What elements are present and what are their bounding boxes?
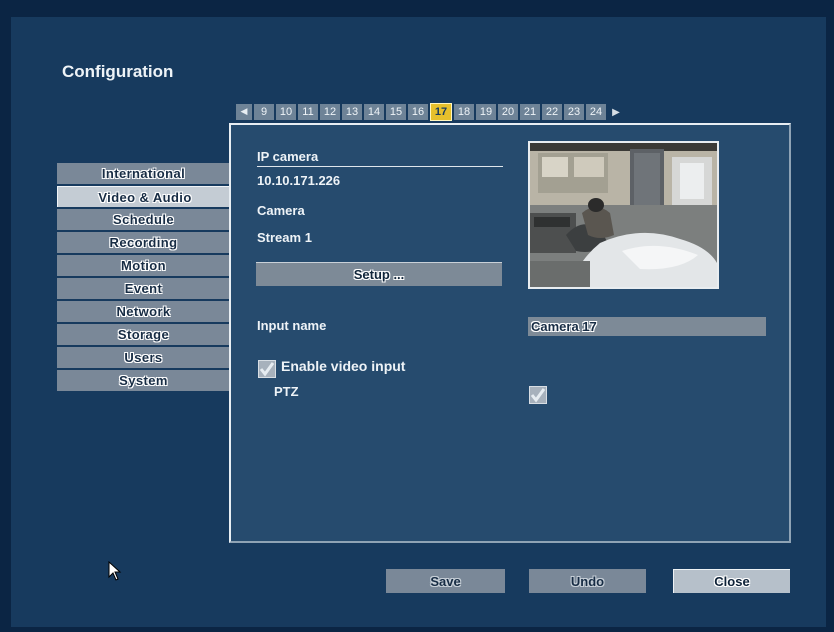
screen: Configuration ◀ 9 10 11 12 13 14 15 16 1… bbox=[0, 0, 834, 632]
sidebar-menu: International Video & Audio Schedule Rec… bbox=[57, 163, 232, 391]
sidebar-item-schedule[interactable]: Schedule bbox=[57, 209, 230, 230]
input-name-field[interactable] bbox=[528, 317, 766, 336]
save-button[interactable]: Save bbox=[386, 569, 505, 593]
channel-tab-22[interactable]: 22 bbox=[542, 104, 562, 120]
channel-tab-13[interactable]: 13 bbox=[342, 104, 362, 120]
channel-tab-19[interactable]: 19 bbox=[476, 104, 496, 120]
close-button[interactable]: Close bbox=[673, 569, 790, 593]
enable-video-checkbox[interactable] bbox=[258, 360, 276, 378]
channel-tab-23[interactable]: 23 bbox=[564, 104, 584, 120]
sidebar-item-users[interactable]: Users bbox=[57, 347, 230, 368]
sidebar-item-event[interactable]: Event bbox=[57, 278, 230, 299]
checkmark-icon bbox=[530, 388, 546, 403]
ptz-checkbox[interactable] bbox=[529, 386, 547, 404]
channel-tab-12[interactable]: 12 bbox=[320, 104, 340, 120]
channel-tab-18[interactable]: 18 bbox=[454, 104, 474, 120]
sidebar-item-system[interactable]: System bbox=[57, 370, 230, 391]
section-divider bbox=[257, 166, 503, 167]
channel-prev-button[interactable]: ◀ bbox=[236, 104, 252, 120]
channel-next-button[interactable]: ▶ bbox=[608, 104, 624, 120]
camera-stream: Stream 1 bbox=[257, 230, 312, 245]
channel-tab-16[interactable]: 16 bbox=[408, 104, 428, 120]
sidebar-item-international[interactable]: International bbox=[57, 163, 230, 184]
camera-ip-address: 10.10.171.226 bbox=[257, 173, 341, 188]
triangle-right-icon: ▶ bbox=[612, 106, 620, 118]
mouse-pointer-icon bbox=[108, 560, 122, 585]
channel-tab-15[interactable]: 15 bbox=[386, 104, 406, 120]
undo-button[interactable]: Undo bbox=[529, 569, 646, 593]
ptz-label: PTZ bbox=[274, 384, 299, 399]
setup-button[interactable]: Setup ... bbox=[256, 262, 502, 286]
channel-tab-14[interactable]: 14 bbox=[364, 104, 384, 120]
channel-tab-21[interactable]: 21 bbox=[520, 104, 540, 120]
triangle-left-icon: ◀ bbox=[240, 107, 248, 117]
channel-tab-24[interactable]: 24 bbox=[586, 104, 606, 120]
camera-type: Camera bbox=[257, 203, 305, 218]
channel-tab-11[interactable]: 11 bbox=[298, 104, 318, 120]
sidebar-item-network[interactable]: Network bbox=[57, 301, 230, 322]
sidebar-item-video-audio[interactable]: Video & Audio bbox=[57, 186, 232, 207]
sidebar-item-storage[interactable]: Storage bbox=[57, 324, 230, 345]
channel-tab-9[interactable]: 9 bbox=[254, 104, 274, 120]
channel-tab-20[interactable]: 20 bbox=[498, 104, 518, 120]
channel-tab-strip: ◀ 9 10 11 12 13 14 15 16 17 18 19 20 21 … bbox=[236, 103, 776, 121]
camera-section-header: IP camera bbox=[257, 149, 319, 164]
page-title: Configuration bbox=[62, 62, 174, 81]
enable-video-label: Enable video input bbox=[281, 358, 406, 374]
input-name-label: Input name bbox=[257, 318, 327, 333]
checkmark-icon bbox=[259, 362, 275, 377]
sidebar-item-recording[interactable]: Recording bbox=[57, 232, 230, 253]
camera-preview bbox=[528, 141, 719, 289]
channel-tab-17[interactable]: 17 bbox=[430, 103, 452, 121]
channel-tab-10[interactable]: 10 bbox=[276, 104, 296, 120]
camera-preview-image bbox=[530, 143, 717, 287]
sidebar-item-motion[interactable]: Motion bbox=[57, 255, 230, 276]
